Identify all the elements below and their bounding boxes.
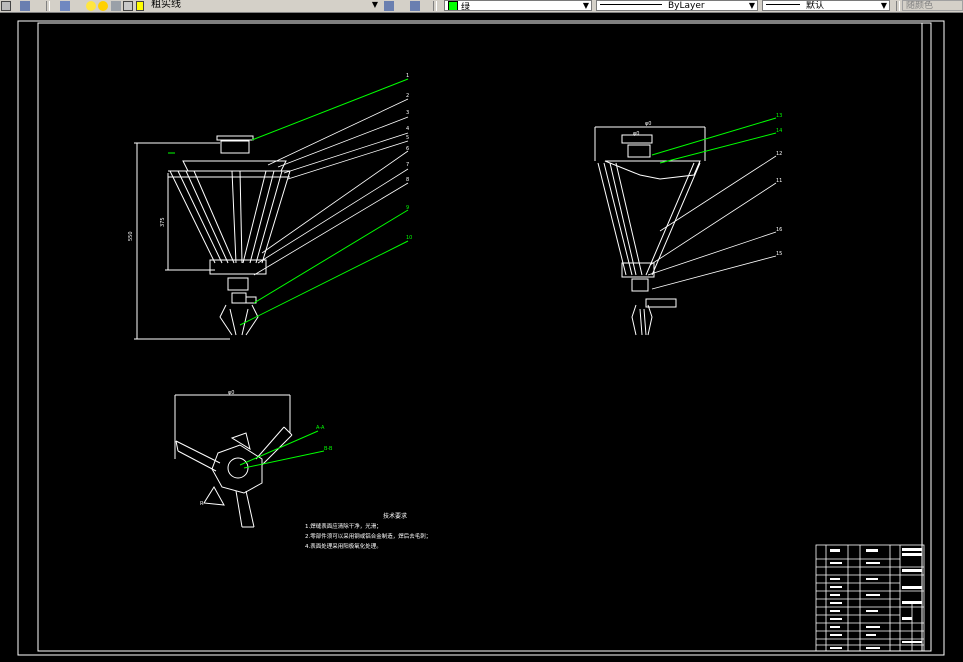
svg-text:A-A: A-A — [316, 425, 325, 431]
linetype-dropdown[interactable]: ByLayer ▼ — [596, 0, 758, 11]
sun-icon[interactable] — [98, 1, 108, 11]
svg-text:8: 8 — [406, 177, 409, 183]
cad-drawing: 550 375 123 456 789 10 1314 1211 1615 φ0… — [17, 20, 945, 656]
chevron-down-icon: ▼ — [880, 1, 887, 10]
chevron-down-icon: ▼ — [748, 1, 755, 10]
drawing-canvas[interactable]: 550 375 123 456 789 10 13 14 12 11 16 15… — [0, 13, 963, 658]
top-view: φ0 R — [174, 390, 293, 528]
linetype-value: ByLayer — [668, 1, 705, 11]
side-view-leaders — [651, 117, 777, 164]
layer-color-icon[interactable] — [136, 1, 144, 11]
svg-text:B-B: B-B — [324, 446, 333, 452]
svg-text:R: R — [200, 501, 204, 507]
color-swatch — [448, 1, 458, 10]
svg-text:15: 15 — [776, 251, 782, 257]
svg-text:13: 13 — [776, 113, 782, 119]
tech-requirement-line: 1.焊缝表面应清除干净，光滑； — [305, 522, 382, 530]
front-view-balloons: 1 2 3 4 5 6 7 8 9 10 — [406, 73, 412, 241]
lineweight-sample — [766, 4, 800, 5]
layer-dropdown[interactable]: 粗实线 ▼ — [148, 0, 380, 11]
tech-requirements-title: 技术要求 — [383, 512, 407, 520]
properties-toolbar: 粗实线 ▼ 绿 ▼ ByLayer ▼ 默认 ▼ 随颜色 — [0, 0, 963, 13]
color-box-icon[interactable] — [123, 1, 133, 11]
svg-text:14: 14 — [776, 128, 782, 134]
svg-text:12: 12 — [776, 151, 782, 157]
svg-text:7: 7 — [406, 162, 409, 168]
lineweight-dropdown[interactable]: 默认 ▼ — [762, 0, 890, 11]
side-view — [594, 126, 706, 336]
make-current-layer-icon[interactable] — [384, 1, 394, 11]
plotstyle-value: 随颜色 — [906, 1, 934, 11]
side-view-balloons: 13 14 12 11 16 15 φ0 φ0 — [633, 113, 782, 257]
chevron-down-icon: ▼ — [371, 0, 378, 9]
svg-text:5: 5 — [406, 135, 409, 141]
svg-text:9: 9 — [406, 205, 409, 211]
layer-stack-icon[interactable] — [60, 1, 70, 11]
layer-properties-icon[interactable] — [20, 1, 30, 11]
top-view-leaders — [239, 430, 325, 469]
svg-text:2: 2 — [406, 93, 409, 99]
color-dropdown[interactable]: 绿 ▼ — [444, 0, 592, 11]
svg-text:4: 4 — [406, 126, 409, 132]
color-value: 绿 — [461, 3, 471, 11]
svg-text:10: 10 — [406, 235, 412, 241]
outer-frame — [17, 20, 945, 656]
svg-text:3: 3 — [406, 110, 409, 116]
svg-text:375: 375 — [160, 217, 166, 227]
layer-name: 粗实线 — [151, 0, 181, 10]
svg-text:16: 16 — [776, 227, 782, 233]
svg-text:6: 6 — [406, 146, 409, 152]
lineweight-value: 默认 — [806, 1, 825, 11]
layer-previous-icon[interactable] — [410, 1, 420, 11]
front-view: 550 375 — [128, 135, 291, 340]
linetype-sample — [600, 4, 662, 5]
svg-text:11: 11 — [776, 178, 782, 184]
inner-frame — [37, 22, 932, 652]
tech-requirement-line: 4.表面处理采用阳极氧化处理。 — [305, 542, 382, 550]
chevron-down-icon: ▼ — [582, 1, 589, 10]
svg-text:1: 1 — [406, 73, 409, 79]
title-block-fills — [830, 548, 922, 649]
tech-requirement-line: 2.零部件须可以采用钢或铝合金制造，焊后去毛刺； — [305, 532, 431, 540]
lightbulb-icon[interactable] — [86, 1, 96, 11]
layer-state-icon[interactable] — [1, 1, 11, 11]
svg-text:φ0: φ0 — [228, 390, 234, 396]
plotstyle-dropdown: 随颜色 — [902, 0, 963, 11]
lock-icon[interactable] — [111, 1, 121, 11]
svg-text:φ0: φ0 — [645, 121, 651, 127]
svg-text:φ0: φ0 — [633, 131, 639, 137]
svg-text:550: 550 — [128, 231, 134, 241]
tech-requirements: 技术要求 1.焊缝表面应清除干净，光滑； 2.零部件须可以采用钢或铝合金制造，焊… — [305, 512, 431, 550]
